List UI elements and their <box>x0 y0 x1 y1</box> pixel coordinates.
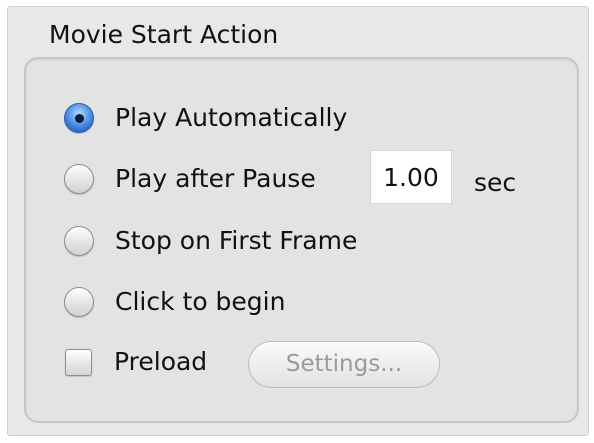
radio-option-play-after-pause[interactable]: Play after Pause <box>64 159 316 199</box>
preload-label: Preload <box>114 347 208 376</box>
preload-checkbox-row[interactable]: Preload <box>64 342 207 382</box>
pause-seconds-input[interactable] <box>370 150 452 204</box>
radio-button[interactable] <box>64 226 94 256</box>
radio-label: Play after Pause <box>115 164 316 193</box>
radio-label: Click to begin <box>115 287 286 316</box>
settings-button[interactable]: Settings... <box>248 341 440 388</box>
radio-option-stop-on-first-frame[interactable]: Stop on First Frame <box>64 221 357 261</box>
radio-button[interactable] <box>64 287 94 317</box>
radio-label: Stop on First Frame <box>115 226 358 255</box>
radio-option-play-automatically[interactable]: Play Automatically <box>64 98 347 138</box>
pause-unit-label: sec <box>474 168 517 197</box>
radio-label: Play Automatically <box>115 103 348 132</box>
radio-option-click-to-begin[interactable]: Click to begin <box>64 282 285 322</box>
preload-checkbox[interactable] <box>65 348 92 376</box>
radio-button-selected[interactable] <box>64 103 94 133</box>
radio-dot-icon <box>75 114 84 123</box>
group-title: Movie Start Action <box>49 20 279 49</box>
radio-button[interactable] <box>64 164 94 194</box>
